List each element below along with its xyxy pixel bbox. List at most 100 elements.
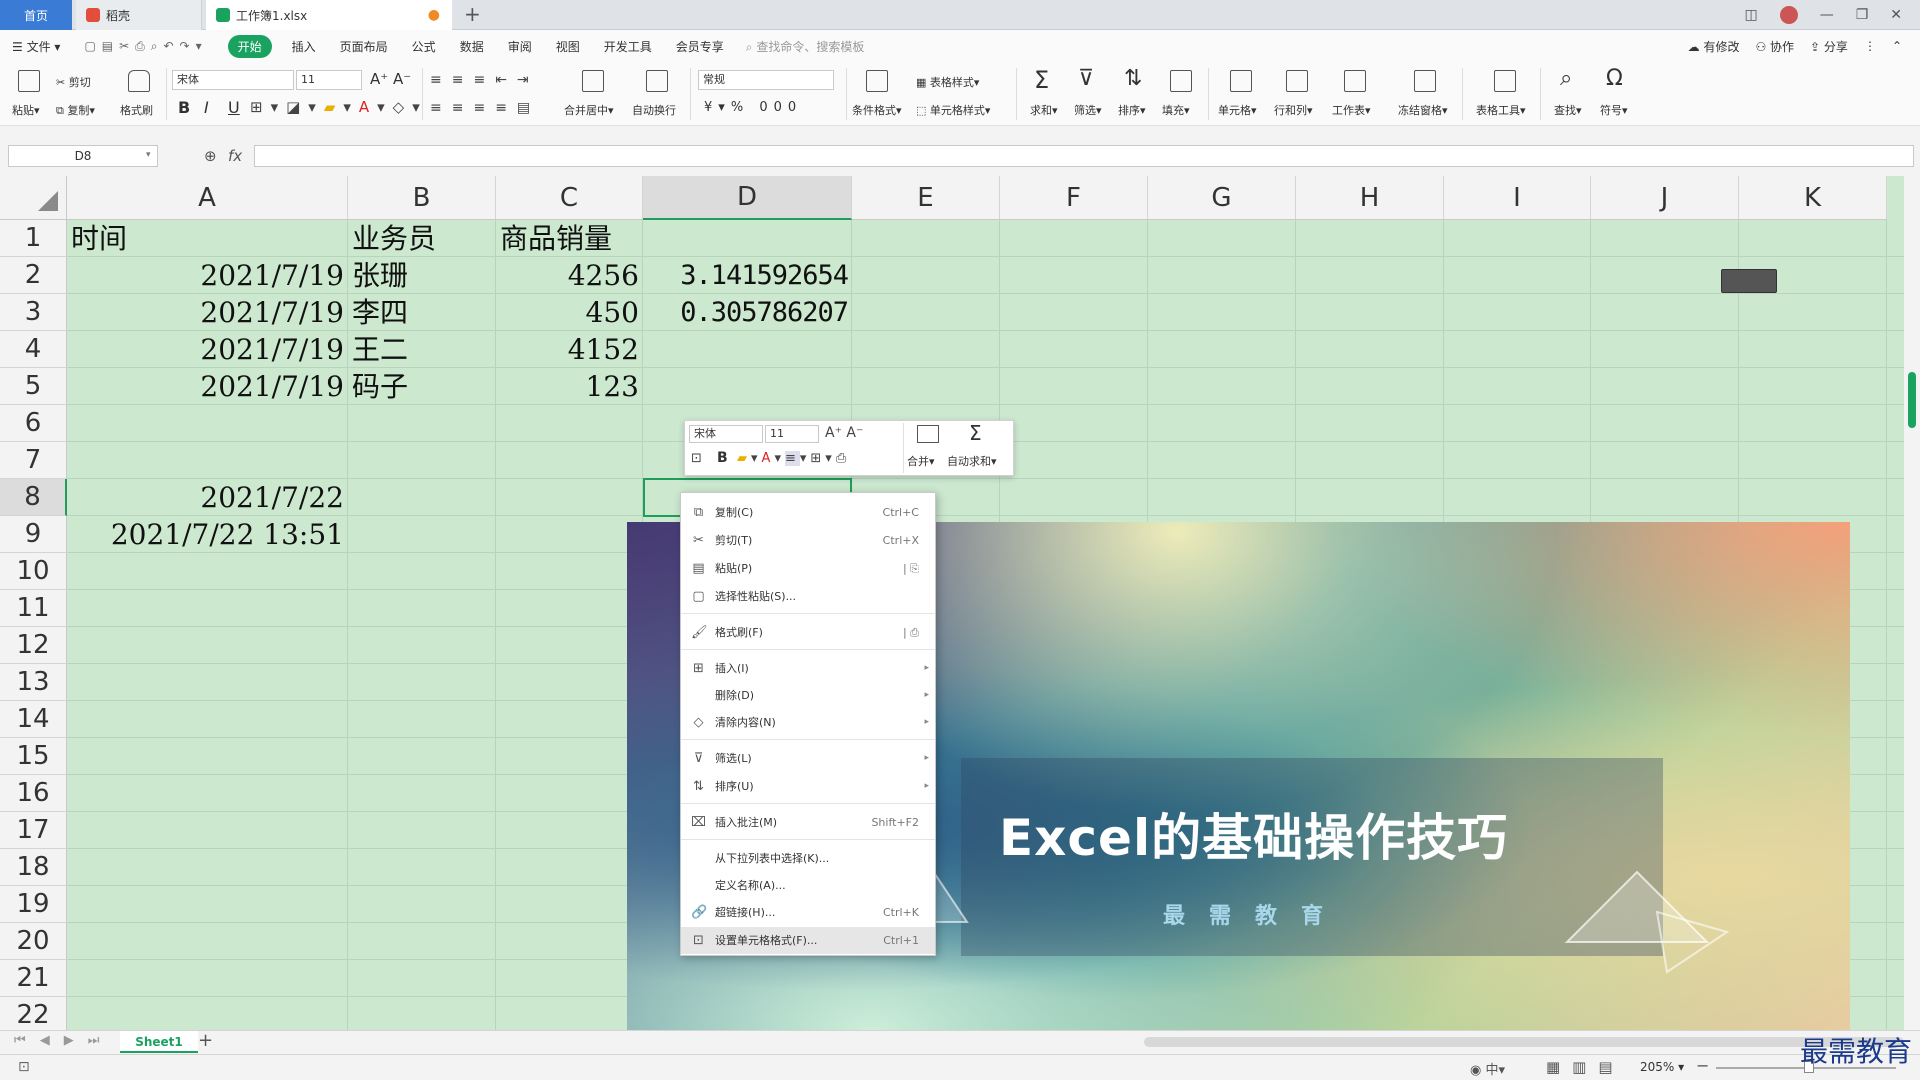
mini-wrap-icon[interactable]: ⊡ [691, 451, 708, 466]
tab-workbook[interactable]: 工作簿1.xlsx ● [206, 0, 452, 30]
merge-center-button[interactable]: 合并居中▾ [564, 102, 614, 118]
fill-icon[interactable] [1170, 70, 1192, 92]
sort-button[interactable]: 排序▾ [1118, 102, 1146, 118]
menu-item-pick-list[interactable]: 从下拉列表中选择(K)... [681, 845, 935, 872]
cell-a8[interactable]: 2021/7/22 [67, 479, 348, 516]
layout-icon[interactable]: ◫ [1744, 7, 1757, 23]
cell-c5[interactable]: 123 [496, 368, 643, 405]
column-header-c[interactable]: C [496, 176, 643, 220]
underline-button[interactable]: U [228, 98, 240, 117]
avatar[interactable] [1779, 6, 1798, 24]
menu-item-copy[interactable]: ⧉ 复制(C) Ctrl+C [681, 499, 935, 526]
cell-a3[interactable]: 2021/7/19 [67, 294, 348, 331]
tab-daoke[interactable]: 稻壳 [76, 0, 202, 30]
bold-button[interactable]: B [178, 98, 190, 117]
formula-input[interactable] [254, 145, 1914, 167]
wrap-text-icon[interactable] [646, 70, 668, 92]
mini-merge-icon[interactable] [917, 425, 939, 443]
filter-icon[interactable]: ⊽ [1078, 66, 1094, 91]
row-header-14[interactable]: 14 [0, 701, 67, 738]
row-header-4[interactable]: 4 [0, 331, 67, 368]
tab-insert[interactable]: 插入 [280, 38, 328, 55]
modified-button[interactable]: ☁ 有修改 [1688, 38, 1740, 55]
row-header-12[interactable]: 12 [0, 627, 67, 664]
sum-icon[interactable]: Σ [1034, 66, 1049, 94]
tab-view[interactable]: 视图 [544, 38, 592, 55]
mini-autosum-button[interactable]: 自动求和▾ [947, 453, 997, 469]
row-header-11[interactable]: 11 [0, 590, 67, 627]
tab-developer[interactable]: 开发工具 [592, 38, 664, 55]
cell-b5[interactable]: 码子 [352, 368, 496, 405]
menu-item-define-name[interactable]: 定义名称(A)... [681, 872, 935, 899]
row-header-5[interactable]: 5 [0, 368, 67, 405]
align-horizontal-icons[interactable]: ≡≡≡≡▤ [430, 100, 540, 116]
cell-a5[interactable]: 2021/7/19 [67, 368, 348, 405]
conditional-format-button[interactable]: 条件格式▾ [852, 102, 902, 118]
row-header-3[interactable]: 3 [0, 294, 67, 331]
cell-d2[interactable]: 3.141592654 [643, 257, 852, 294]
format-painter-button[interactable]: 格式刷 [120, 102, 153, 118]
cell-b2[interactable]: 张珊 [352, 257, 496, 294]
menu-item-paste-special[interactable]: ▢ 选择性粘贴(S)... [681, 583, 935, 610]
column-header-h[interactable]: H [1296, 176, 1444, 220]
zoom-out-button[interactable]: − [1696, 1056, 1709, 1075]
scroll-thumb[interactable] [1908, 372, 1916, 428]
add-sheet-button[interactable]: + [198, 1030, 213, 1051]
font-size-up-icon[interactable]: A⁺ A⁻ [370, 70, 411, 88]
mini-size-select[interactable]: 11 [765, 425, 819, 443]
row-header-7[interactable]: 7 [0, 442, 67, 479]
name-box[interactable]: D8 [8, 145, 158, 167]
cell-c4[interactable]: 4152 [496, 331, 643, 368]
format-painter-side-icon[interactable]: | ⎙ [903, 619, 919, 646]
cell-button[interactable]: 单元格▾ [1218, 102, 1257, 118]
minimize-button[interactable]: — [1820, 7, 1834, 23]
view-mode-icons[interactable]: ▦▥▤ [1546, 1058, 1625, 1076]
freeze-panes-button[interactable]: 冻结窗格▾ [1398, 102, 1448, 118]
sort-icon[interactable]: ⇅ [1124, 66, 1142, 91]
column-header-b[interactable]: B [348, 176, 496, 220]
table-style-button[interactable]: ▦ 表格样式▾ [916, 74, 979, 90]
horizontal-scrollbar[interactable] [1144, 1037, 1904, 1047]
cell-a9[interactable]: 2021/7/22 13:51 [67, 516, 348, 553]
border-fill-color-icons[interactable]: ⊞▾◪▾▰▾A▾◇▾ [250, 98, 428, 116]
copy-button[interactable]: ⧉ 复制▾ [56, 102, 95, 118]
merge-center-icon[interactable] [582, 70, 604, 92]
close-button[interactable]: ✕ [1890, 7, 1902, 23]
tab-home[interactable]: 首页 [0, 0, 72, 30]
cell-style-button[interactable]: ⬚ 单元格样式▾ [916, 102, 990, 118]
row-header-22[interactable]: 22 [0, 997, 67, 1030]
paste-button[interactable]: 粘贴▾ [12, 102, 40, 118]
command-search[interactable]: ⌕ 查找命令、搜索模板 [746, 38, 865, 55]
row-header-2[interactable]: 2 [0, 257, 67, 294]
fill-button[interactable]: 填充▾ [1162, 102, 1190, 118]
select-all-corner[interactable] [0, 176, 67, 220]
cell-c3[interactable]: 450 [496, 294, 643, 331]
number-format-icons[interactable]: ¥▾% 000 [704, 100, 802, 115]
paste-icon[interactable] [18, 70, 40, 92]
font-size-select[interactable]: 11 [296, 70, 362, 90]
mini-merge-button[interactable]: 合并▾ [907, 453, 935, 469]
font-select[interactable]: 宋体 [172, 70, 294, 90]
sum-button[interactable]: 求和▾ [1030, 102, 1058, 118]
conditional-format-icon[interactable] [866, 70, 888, 92]
row-col-button[interactable]: 行和列▾ [1274, 102, 1313, 118]
italic-button[interactable]: I [204, 98, 209, 117]
new-tab-button[interactable]: + [464, 2, 481, 26]
find-icon[interactable]: ⌕ [1560, 66, 1572, 91]
align-top-icons[interactable]: ≡≡≡⇤⇥ [430, 72, 539, 88]
menu-item-paste[interactable]: ▤ 粘贴(P) | ⎘ [681, 555, 935, 582]
zoom-level[interactable]: 205% ▾ [1640, 1060, 1684, 1074]
row-header-6[interactable]: 6 [0, 405, 67, 442]
tab-member[interactable]: 会员专享 [664, 38, 736, 55]
menu-item-format-cells[interactable]: ⊡ 设置单元格格式(F)... Ctrl+1 [681, 927, 935, 954]
mini-sum-icon[interactable]: Σ [969, 421, 982, 445]
collapse-ribbon-icon[interactable]: ⌃ [1892, 39, 1902, 53]
tab-review[interactable]: 审阅 [496, 38, 544, 55]
table-tools-icon[interactable] [1494, 70, 1516, 92]
file-menu[interactable]: ☰ 文件 ▾ [0, 38, 72, 55]
row-header-13[interactable]: 13 [0, 664, 67, 701]
worksheet-button[interactable]: 工作表▾ [1332, 102, 1371, 118]
menu-item-clear[interactable]: ◇ 清除内容(N) ▸ [681, 709, 935, 736]
find-button[interactable]: 查找▾ [1554, 102, 1582, 118]
name-box-dropdown-icon[interactable]: ▾ [146, 150, 151, 160]
